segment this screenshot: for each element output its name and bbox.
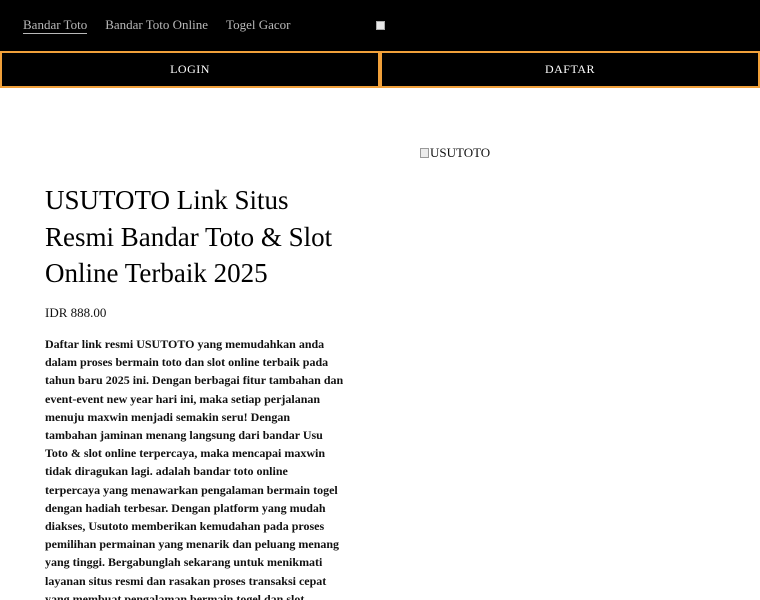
- top-nav: Bandar Toto Bandar Toto Online Togel Gac…: [23, 17, 290, 34]
- nav-link-togel-gacor[interactable]: Togel Gacor: [226, 17, 290, 34]
- broken-image-icon: [420, 148, 429, 158]
- hero-image: USUTOTO: [420, 145, 490, 161]
- product-price: IDR 888.00: [45, 305, 107, 320]
- login-button[interactable]: LOGIN: [0, 51, 380, 88]
- nav-link-bandar-toto-online[interactable]: Bandar Toto Online: [105, 17, 208, 34]
- product-description: Daftar link resmi USUTOTO yang memudahka…: [45, 337, 344, 600]
- auth-button-row: LOGIN DAFTAR: [0, 51, 760, 88]
- hero-image-alt-text: USUTOTO: [430, 145, 491, 160]
- nav-link-bandar-toto[interactable]: Bandar Toto: [23, 17, 88, 34]
- daftar-button[interactable]: DAFTAR: [380, 51, 760, 88]
- product-title: USUTOTO Link Situs Resmi Bandar Toto & S…: [45, 185, 333, 288]
- broken-image-icon: [376, 21, 385, 30]
- top-header: Bandar Toto Bandar Toto Online Togel Gac…: [0, 0, 760, 51]
